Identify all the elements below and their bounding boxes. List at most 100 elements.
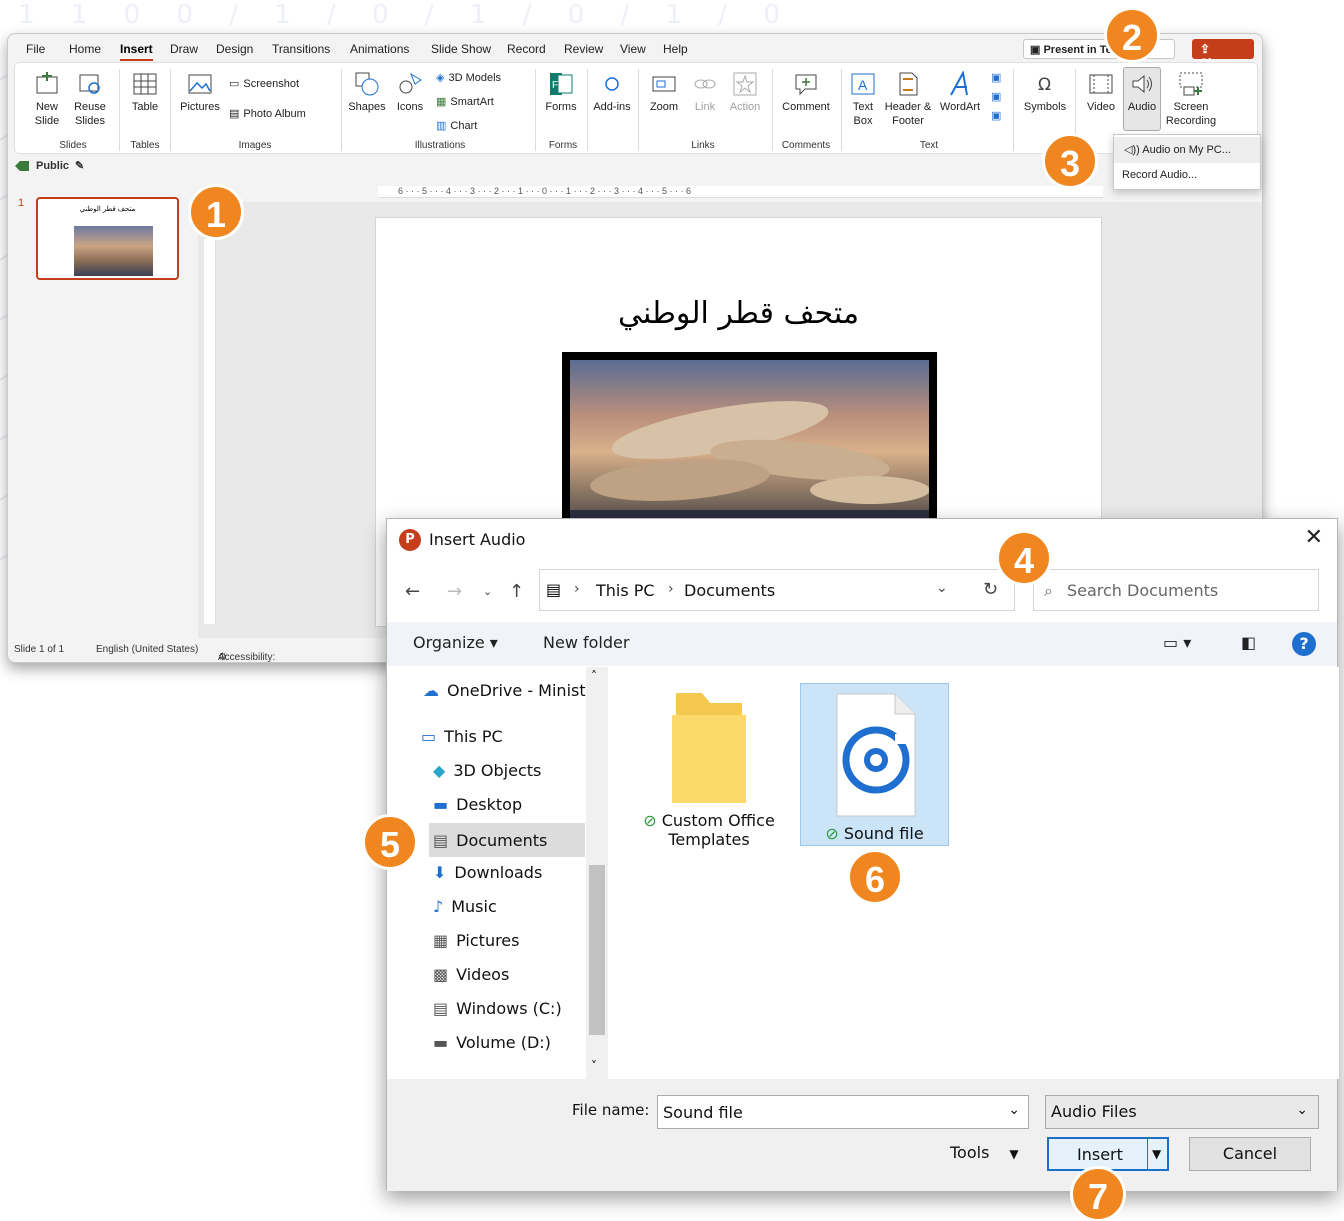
pictures-icon (188, 74, 212, 94)
table-button[interactable]: Table (125, 71, 165, 114)
tab-transitions[interactable]: Transitions (272, 42, 330, 56)
file-name-input[interactable]: Sound file ⌄ (657, 1095, 1029, 1129)
tools-button[interactable]: Tools ▼ (950, 1143, 1019, 1162)
slide-title[interactable]: متحف قطر الوطني (376, 296, 1101, 331)
symbols-button[interactable]: Ω Symbols (1020, 71, 1070, 114)
refresh-icon: ↻ (982, 579, 999, 600)
help-icon[interactable]: ? (1292, 632, 1316, 656)
search-box[interactable]: ⌕ Search Documents (1033, 569, 1319, 611)
icons-button[interactable]: Icons (390, 71, 430, 114)
screen-recording-button[interactable]: Screen Recording (1163, 71, 1219, 128)
shapes-button[interactable]: Shapes (347, 71, 387, 114)
tree-music[interactable]: ♪ Music (433, 897, 497, 916)
wordart-button[interactable]: WordArt (935, 71, 985, 114)
language-status[interactable]: English (United States) (96, 644, 198, 655)
tab-file[interactable]: File (26, 42, 45, 56)
add-ins-button[interactable]: Add-ins (592, 71, 632, 114)
tree-this-pc[interactable]: ▭ This PC (421, 727, 503, 746)
screen-recording-icon (1179, 72, 1203, 96)
text-box-button[interactable]: A Text Box (847, 71, 879, 128)
breadcrumb-this-pc[interactable]: This PC (596, 581, 655, 600)
record-audio-item[interactable]: Record Audio... (1114, 163, 1260, 189)
file-type-select[interactable]: Audio Files ⌄ (1045, 1095, 1319, 1129)
tab-draw[interactable]: Draw (170, 42, 198, 56)
tree-3d-objects[interactable]: ◆ 3D Objects (433, 761, 541, 780)
address-bar[interactable]: ▤ › This PC › Documents ⌄ (539, 569, 1015, 611)
recent-chevron-icon[interactable]: ⌄ (483, 585, 492, 598)
smartart-button[interactable]: ▦ SmartArt (436, 95, 494, 109)
file-sound-file[interactable]: ⊘ Sound file (800, 683, 949, 846)
view-options-icon[interactable]: ▭ ▾ (1163, 633, 1191, 652)
preview-pane-icon[interactable]: ◧ (1241, 633, 1256, 652)
slide-thumbnail[interactable]: متحف قطر الوطني (36, 197, 179, 280)
breadcrumb-documents[interactable]: Documents (684, 581, 775, 600)
header-footer-button[interactable]: Header & Footer (883, 71, 933, 128)
header-footer-icon (899, 72, 918, 96)
screenshot-button[interactable]: ▭ Screenshot (229, 77, 299, 91)
tab-review[interactable]: Review (564, 42, 603, 56)
audio-button[interactable]: Audio (1123, 71, 1161, 114)
close-icon[interactable]: ✕ (1305, 525, 1323, 550)
record-audio-label: Record Audio... (1122, 169, 1198, 181)
link-button[interactable]: Link (687, 71, 723, 114)
file-name-dropdown-icon[interactable]: ⌄ (1008, 1102, 1020, 1118)
folder-custom-office-templates[interactable]: ⊘ Custom Office Templates (629, 685, 789, 849)
folder-name-text: Custom Office (661, 811, 775, 830)
scroll-thumb[interactable] (589, 865, 605, 1035)
forms-button[interactable]: F Forms (541, 71, 581, 114)
audio-on-my-pc-label: Audio on My PC... (1142, 144, 1231, 156)
comment-icon (795, 74, 817, 96)
tab-slide-show[interactable]: Slide Show (431, 42, 491, 56)
tab-record[interactable]: Record (507, 42, 546, 56)
insert-split-dropdown[interactable]: ▼ (1147, 1139, 1167, 1169)
step-badge-5: 5 (362, 814, 418, 870)
icons-label: Icons (396, 101, 424, 113)
scroll-down-icon[interactable]: ˅ (591, 1059, 597, 1073)
tree-onedrive[interactable]: ☁ OneDrive - Minist (423, 681, 586, 700)
comment-button[interactable]: Comment (778, 71, 834, 114)
tree-downloads[interactable]: ⬇ Downloads (433, 863, 542, 882)
tree-pictures[interactable]: ▦ Pictures (433, 931, 519, 950)
speaker-icon: ◁)) (1124, 144, 1143, 156)
audio-speaker-icon (1132, 74, 1152, 94)
up-arrow-icon[interactable]: ↑ (509, 581, 524, 602)
tab-design[interactable]: Design (216, 42, 253, 56)
tree-scrollbar[interactable]: ˄ ˅ (586, 667, 608, 1079)
pictures-icon: ▦ (433, 931, 449, 950)
tab-view[interactable]: View (620, 42, 646, 56)
zoom-button[interactable]: Zoom (643, 71, 685, 114)
tree-volume-d[interactable]: ▬ Volume (D:) (433, 1033, 551, 1052)
photo-album-button[interactable]: ▤ Photo Album (229, 107, 306, 121)
new-slide-button[interactable]: New Slide (27, 71, 67, 128)
chart-button[interactable]: ▥ Chart (436, 119, 477, 133)
scroll-up-icon[interactable]: ˄ (591, 669, 597, 683)
cancel-button[interactable]: Cancel (1189, 1137, 1311, 1171)
tree-videos[interactable]: ▩ Videos (433, 965, 509, 984)
pictures-button[interactable]: Pictures (178, 71, 222, 114)
sensitivity-bar[interactable]: Public ✎ (14, 159, 84, 172)
text-small-icons[interactable]: ▣ ▣ ▣ (991, 69, 1007, 126)
new-folder-button[interactable]: New folder (543, 633, 629, 652)
3d-models-button[interactable]: ◈ 3D Models (436, 71, 501, 85)
share-button[interactable]: ⇪ Share (1192, 39, 1254, 70)
tree-documents[interactable]: ▤ Documents (429, 823, 585, 857)
thumbnail-title: متحف قطر الوطني (79, 206, 136, 213)
reuse-slides-button[interactable]: Reuse Slides (70, 71, 110, 128)
address-dropdown-icon[interactable]: ⌄ (936, 580, 948, 596)
tab-insert[interactable]: Insert (120, 42, 153, 61)
tab-home[interactable]: Home (69, 42, 101, 56)
audio-on-my-pc-item[interactable]: ◁)) Audio on My PC... (1114, 137, 1260, 163)
forward-arrow-icon[interactable]: → (447, 581, 462, 602)
navigation-tree: ☁ OneDrive - Minist ▭ This PC ◆ 3D Objects … (387, 667, 609, 1079)
date-time-icon: ▣ (991, 72, 1002, 84)
action-button[interactable]: Action (725, 71, 765, 114)
tree-desktop[interactable]: ▬ Desktop (433, 795, 522, 814)
tree-windows-c[interactable]: ▤ Windows (C:) (433, 999, 562, 1018)
organize-button[interactable]: Organize ▾ (413, 633, 498, 652)
tab-animations[interactable]: Animations (350, 42, 409, 56)
back-arrow-icon[interactable]: ← (405, 581, 420, 602)
video-button[interactable]: Video (1081, 71, 1121, 114)
tree-documents-label: Documents (456, 830, 548, 850)
tab-help[interactable]: Help (663, 42, 688, 56)
insert-button[interactable]: Insert ▼ (1047, 1137, 1169, 1171)
